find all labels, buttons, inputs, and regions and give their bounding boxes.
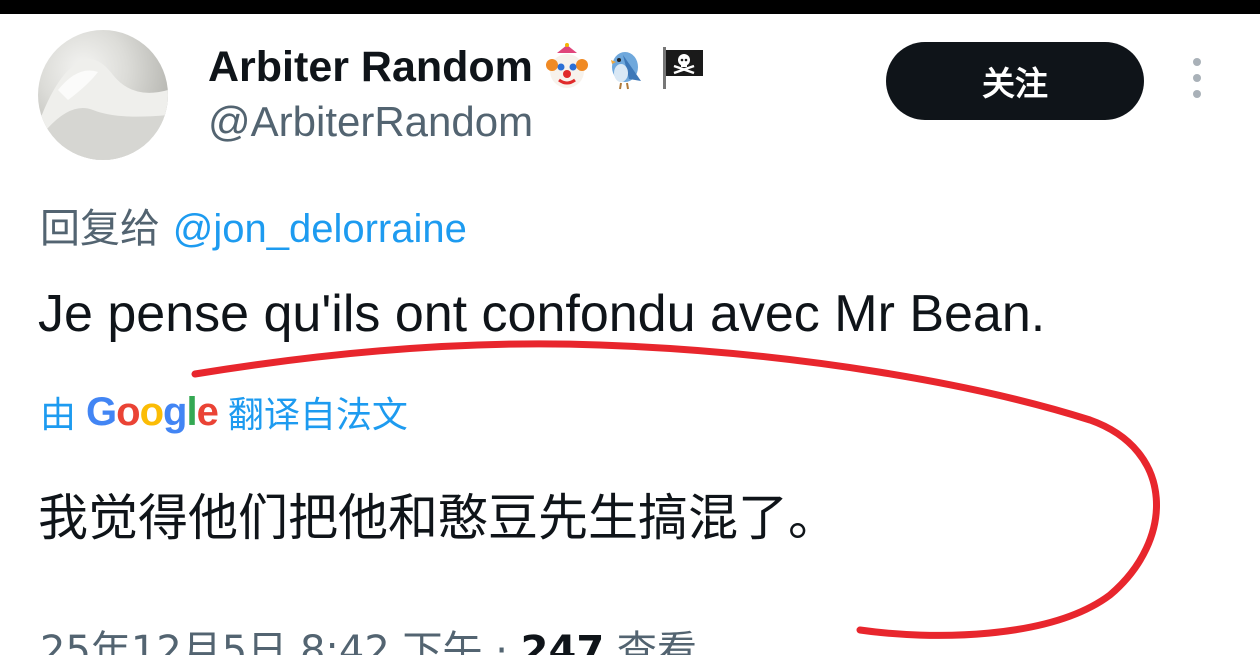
views-count: 247 xyxy=(520,628,605,655)
views-label: 查看 xyxy=(604,628,697,655)
bluebird-icon xyxy=(601,43,649,91)
tweet-text: Je pense qu'ils ont confondu avec Mr Bea… xyxy=(38,285,1046,343)
user-handle[interactable]: @ArbiterRandom xyxy=(208,98,533,146)
google-logo: Google xyxy=(86,389,219,434)
translation-suffix: 翻译自法文 xyxy=(227,395,408,436)
pirate-flag-icon xyxy=(659,43,707,91)
translation-attribution[interactable]: 由 Google 翻译自法文 xyxy=(40,388,408,437)
avatar[interactable] xyxy=(38,30,168,160)
more-vertical-icon[interactable] xyxy=(1185,58,1209,108)
clown-face-icon xyxy=(543,43,591,91)
top-bar xyxy=(0,0,1260,14)
follow-button[interactable]: 关注 xyxy=(886,42,1144,120)
tweet-meta: 25年12月5日 8:42 下午 · 247 查看 xyxy=(40,618,697,655)
tweet-date-time[interactable]: 25年12月5日 8:42 下午 · xyxy=(40,628,521,655)
display-name-row: Arbiter Random xyxy=(208,38,707,96)
reply-prefix: 回复给 xyxy=(40,206,160,252)
reply-mention-link[interactable]: @jon_delorraine xyxy=(173,207,467,251)
avatar-image xyxy=(38,59,168,160)
translated-text: 我觉得他们把他和憨豆先生搞混了。 xyxy=(38,489,838,547)
reply-context: 回复给 @jon_delorraine xyxy=(40,196,467,254)
translation-prefix: 由 xyxy=(40,395,77,436)
display-name[interactable]: Arbiter Random xyxy=(208,43,533,92)
